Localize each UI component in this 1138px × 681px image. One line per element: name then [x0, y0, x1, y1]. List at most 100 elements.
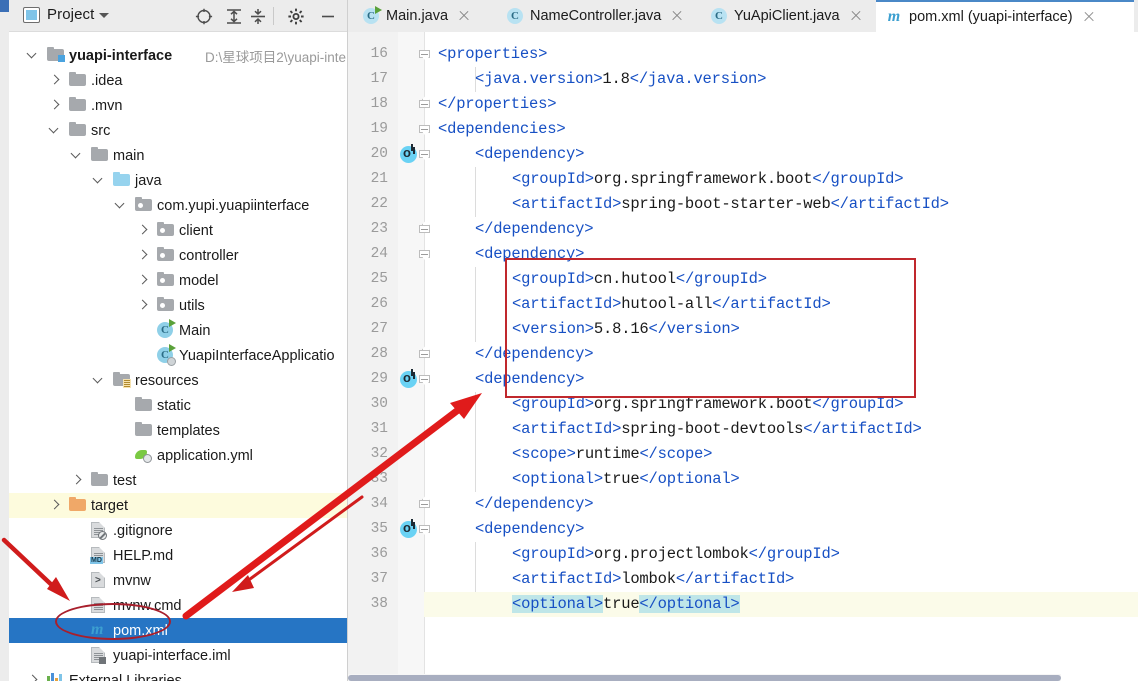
tree-item-external-libraries[interactable]: External Libraries [9, 668, 347, 681]
tree-item-test[interactable]: test [9, 468, 347, 493]
chevron-right-icon[interactable] [71, 475, 82, 486]
settings-gear-icon[interactable] [287, 8, 305, 25]
chevron-right-icon[interactable] [137, 300, 148, 311]
code-line[interactable]: <scope>runtime</scope> [512, 445, 712, 463]
fold-down-icon[interactable] [419, 375, 430, 386]
tree-item-controller[interactable]: controller [9, 243, 347, 268]
tree-item-com-yupi-yuapiinterface[interactable]: com.yupi.yuapiinterface [9, 193, 347, 218]
maven-dependency-update-icon[interactable] [400, 520, 417, 538]
code-line[interactable]: <groupId>org.springframework.boot</group… [512, 170, 904, 188]
chevron-down-icon[interactable] [71, 150, 82, 161]
close-icon[interactable] [1082, 10, 1096, 24]
tree-item-pom-xml[interactable]: m pom.xml [9, 618, 347, 643]
code-line[interactable]: <artifactId>lombok</artifactId> [512, 570, 794, 588]
tree-item-help-md[interactable]: MD HELP.md [9, 543, 347, 568]
chevron-down-icon[interactable] [27, 50, 38, 61]
fold-down-icon[interactable] [419, 50, 430, 61]
code-line[interactable]: </dependency> [475, 345, 594, 363]
chevron-right-icon[interactable] [49, 500, 60, 511]
tree-item-resources[interactable]: resources [9, 368, 347, 393]
tree-item-templates[interactable]: templates [9, 418, 347, 443]
editor-tab-main-java[interactable]: C Main.java [353, 0, 497, 32]
close-icon[interactable] [670, 9, 684, 23]
code-line[interactable]: <groupId>org.projectlombok</groupId> [512, 545, 840, 563]
code-line[interactable]: <dependencies> [438, 120, 566, 138]
fold-up-icon[interactable] [419, 221, 430, 236]
code-line[interactable]: <optional>true</optional> [512, 470, 740, 488]
close-icon[interactable] [457, 9, 471, 23]
fold-down-icon[interactable] [419, 150, 430, 161]
code-line[interactable]: <java.version>1.8</java.version> [475, 70, 766, 88]
code-line[interactable]: <dependency> [475, 520, 584, 538]
chevron-down-icon[interactable] [93, 175, 104, 186]
fold-down-icon[interactable] [419, 250, 430, 261]
tree-item-client[interactable]: client [9, 218, 347, 243]
code-token: </groupId> [748, 545, 840, 563]
code-line[interactable]: <optional>true</optional> [512, 595, 740, 613]
code-line[interactable]: <artifactId>spring-boot-starter-web</art… [512, 195, 949, 213]
chevron-down-icon[interactable] [99, 13, 109, 18]
expand-all-icon[interactable] [225, 8, 243, 25]
tree-item-yuapi-interface[interactable]: yuapi-interface D:\星球项目2\yuapi-inte [9, 43, 347, 68]
chevron-right-icon[interactable] [137, 225, 148, 236]
tree-item-mvnw-cmd[interactable]: mvnw.cmd [9, 593, 347, 618]
chevron-down-icon[interactable] [49, 125, 60, 136]
tree-item-java[interactable]: java [9, 168, 347, 193]
code-line[interactable]: <dependency> [475, 245, 584, 263]
code-editor[interactable]: 16 <properties> 17 <java.version>1.8</java.… [348, 32, 1138, 681]
tree-item-gitignore[interactable]: .gitignore [9, 518, 347, 543]
project-tree[interactable]: yuapi-interface D:\星球项目2\yuapi-inte .idea.… [9, 31, 347, 681]
collapse-all-icon[interactable] [249, 8, 267, 25]
code-line[interactable]: <artifactId>spring-boot-devtools</artifa… [512, 420, 922, 438]
chevron-down-icon[interactable] [93, 375, 104, 386]
scrollbar-thumb[interactable] [348, 675, 1061, 681]
tree-item-main[interactable]: main [9, 143, 347, 168]
tree-item-yuapiinterfaceapplicatio[interactable]: C YuapiInterfaceApplicatio [9, 343, 347, 368]
fold-down-icon[interactable] [419, 125, 430, 136]
close-icon[interactable] [849, 9, 863, 23]
tree-item-utils[interactable]: utils [9, 293, 347, 318]
chevron-right-icon[interactable] [49, 75, 60, 86]
hide-panel-icon[interactable] [319, 8, 337, 25]
tree-item-mvnw[interactable]: > mvnw [9, 568, 347, 593]
tree-item-label: YuapiInterfaceApplicatio [179, 347, 335, 364]
chevron-right-icon[interactable] [137, 275, 148, 286]
code-line[interactable]: <version>5.8.16</version> [512, 320, 740, 338]
code-line[interactable]: <artifactId>hutool-all</artifactId> [512, 295, 831, 313]
tree-item-idea[interactable]: .idea [9, 68, 347, 93]
code-line[interactable]: </dependency> [475, 220, 594, 238]
editor-tab-namecontroller-java[interactable]: C NameController.java [497, 0, 701, 32]
code-line[interactable]: </properties> [438, 95, 557, 113]
chevron-down-icon[interactable] [115, 200, 126, 211]
fold-up-icon[interactable] [419, 96, 430, 111]
tree-item-main[interactable]: C Main [9, 318, 347, 343]
fold-down-icon[interactable] [419, 525, 430, 536]
tree-item-yuapi-interface-iml[interactable]: yuapi-interface.iml [9, 643, 347, 668]
maven-dependency-update-icon[interactable] [400, 145, 417, 163]
code-line[interactable]: <dependency> [475, 145, 584, 163]
tree-item-application-yml[interactable]: application.yml [9, 443, 347, 468]
tree-item-static[interactable]: static [9, 393, 347, 418]
code-line[interactable]: <groupId>cn.hutool</groupId> [512, 270, 767, 288]
editor-tab-bar[interactable]: C Main.java C NameController.java C YuApiClie… [348, 0, 1138, 33]
select-opened-file-icon[interactable] [195, 8, 213, 25]
chevron-right-icon[interactable] [27, 675, 38, 681]
code-line[interactable]: <groupId>org.springframework.boot</group… [512, 395, 904, 413]
chevron-right-icon[interactable] [49, 100, 60, 111]
project-panel-title[interactable]: Project [47, 6, 94, 23]
code-token: <artifactId> [512, 295, 622, 313]
code-line[interactable]: <properties> [438, 45, 547, 63]
editor-tab-pom-xml-yuapi-interface[interactable]: m pom.xml (yuapi-interface) [876, 0, 1134, 32]
maven-dependency-update-icon[interactable] [400, 370, 417, 388]
chevron-right-icon[interactable] [137, 250, 148, 261]
horizontal-scrollbar[interactable] [348, 674, 1061, 681]
editor-tab-yuapiclient-java[interactable]: C YuApiClient.java [701, 0, 876, 32]
code-line[interactable]: </dependency> [475, 495, 594, 513]
tree-item-target[interactable]: target [9, 493, 347, 518]
tree-item-model[interactable]: model [9, 268, 347, 293]
tree-item-mvn[interactable]: .mvn [9, 93, 347, 118]
fold-up-icon[interactable] [419, 496, 430, 511]
code-line[interactable]: <dependency> [475, 370, 584, 388]
tree-item-src[interactable]: src [9, 118, 347, 143]
fold-up-icon[interactable] [419, 346, 430, 361]
